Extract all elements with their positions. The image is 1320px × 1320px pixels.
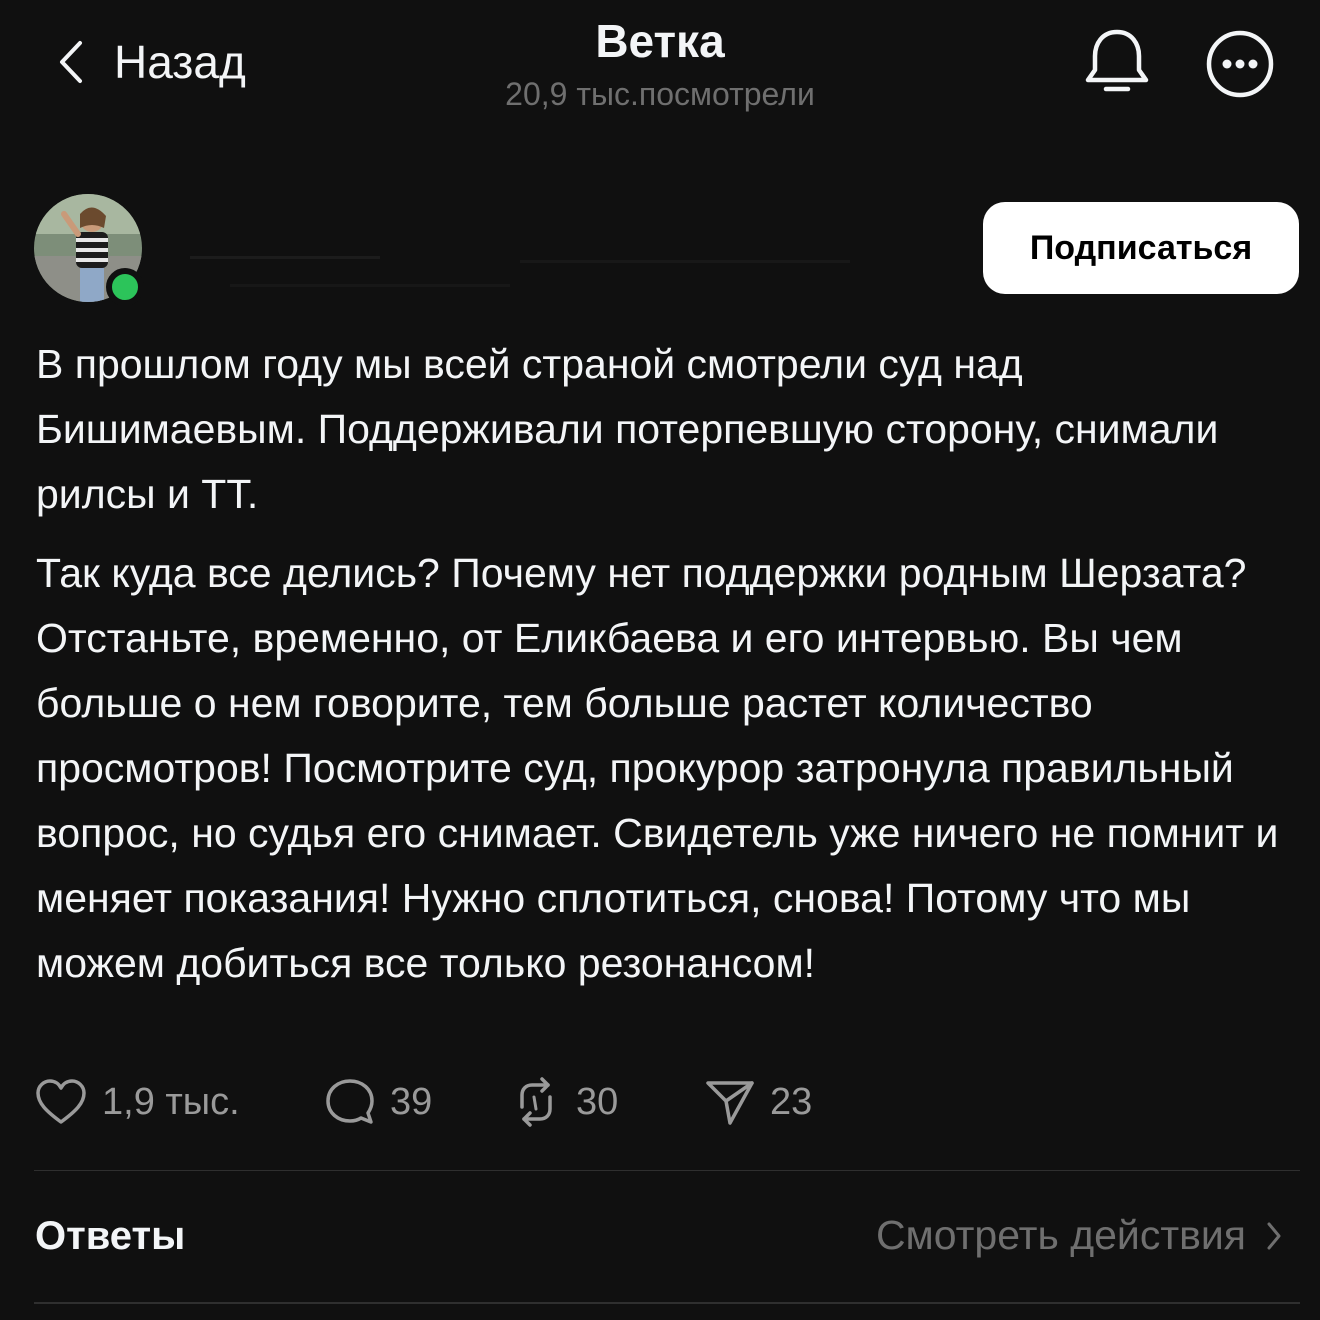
post-paragraph: Так куда все делись? Почему нет поддержк… bbox=[36, 550, 1279, 986]
share-button[interactable]: 23 bbox=[704, 1072, 812, 1132]
author-name-redacted bbox=[190, 256, 850, 287]
share-count: 23 bbox=[770, 1080, 813, 1123]
like-button[interactable]: 1,9 тыс. bbox=[34, 1072, 240, 1132]
repost-icon bbox=[520, 1077, 552, 1127]
divider bbox=[34, 1170, 1300, 1171]
replies-heading: Ответы bbox=[35, 1214, 186, 1258]
comment-icon bbox=[326, 1079, 374, 1124]
chevron-right-icon bbox=[1267, 1222, 1281, 1249]
bell-icon[interactable] bbox=[1082, 26, 1152, 98]
post-paragraph: В прошлом году мы всей страной смотрели … bbox=[36, 341, 1219, 517]
more-icon[interactable] bbox=[1204, 28, 1276, 100]
repost-button[interactable]: 30 bbox=[510, 1072, 618, 1132]
repost-count: 30 bbox=[576, 1080, 619, 1123]
view-activity-link[interactable]: Смотреть действия bbox=[876, 1212, 1282, 1259]
comment-button[interactable]: 39 bbox=[324, 1072, 432, 1132]
share-icon bbox=[706, 1081, 754, 1125]
view-activity-label: Смотреть действия bbox=[875, 1212, 1246, 1258]
post-body: В прошлом году мы всей страной смотрели … bbox=[36, 332, 1286, 996]
subscribe-button[interactable]: Подписаться bbox=[983, 202, 1299, 294]
divider bbox=[34, 1302, 1300, 1304]
heart-icon bbox=[36, 1079, 86, 1124]
like-count: 1,9 тыс. bbox=[102, 1080, 240, 1123]
online-status-indicator bbox=[106, 268, 144, 306]
comment-count: 39 bbox=[390, 1080, 433, 1123]
